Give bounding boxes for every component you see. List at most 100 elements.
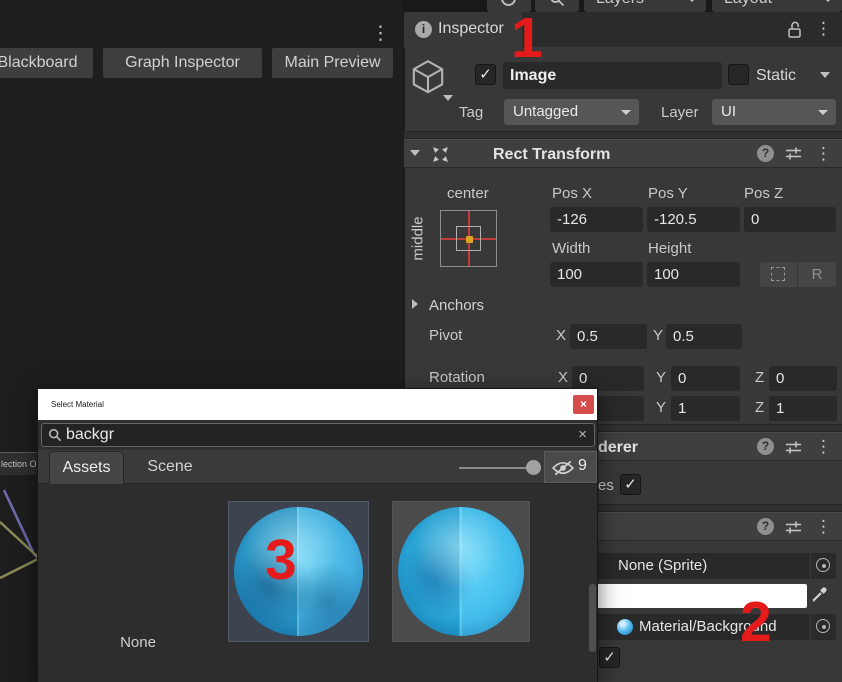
- anchor-horizontal-label: center: [447, 185, 489, 202]
- help-icon[interactable]: ?: [757, 438, 774, 455]
- dialog-title-bar[interactable]: Select Material ×: [38, 389, 597, 420]
- graph-connection-wires: [0, 470, 38, 650]
- rotation-z-field[interactable]: 0: [769, 366, 837, 391]
- gameobject-cube-icon: [407, 56, 449, 98]
- height-field[interactable]: 100: [647, 262, 740, 287]
- width-label: Width: [552, 240, 590, 257]
- eye-slash-icon: [552, 460, 574, 476]
- dialog-scrollbar[interactable]: [589, 584, 596, 652]
- divider: [404, 131, 842, 139]
- help-icon[interactable]: ?: [757, 145, 774, 162]
- tag-dropdown[interactable]: Untagged: [504, 99, 639, 125]
- tab-inspector[interactable]: i Inspector: [404, 12, 522, 47]
- dialog-tab-row: Assets Scene 9: [38, 450, 597, 484]
- material-sphere-preview: [398, 507, 524, 636]
- scale-y-field[interactable]: 1: [671, 396, 740, 421]
- pos-y-field[interactable]: -120.5: [647, 207, 740, 232]
- chevron-down-icon: [687, 0, 697, 2]
- static-checkbox[interactable]: [728, 64, 749, 85]
- scale-y-axis-label: Y: [656, 399, 666, 416]
- pivot-y-field[interactable]: 0.5: [666, 324, 742, 349]
- hidden-packages-toggle[interactable]: 9: [544, 451, 597, 483]
- eyedropper-icon[interactable]: [810, 582, 832, 604]
- search-value: backgr: [66, 424, 114, 446]
- width-field[interactable]: 100: [550, 262, 643, 287]
- material-search-input[interactable]: backgr ×: [41, 423, 595, 447]
- hidden-count: 9: [578, 457, 587, 475]
- annotation-2: 2: [740, 594, 772, 651]
- pivot-label: Pivot: [429, 327, 462, 344]
- slider-knob[interactable]: [526, 460, 541, 475]
- thumbnail-size-slider[interactable]: [459, 467, 535, 469]
- material-object-picker[interactable]: [810, 614, 836, 640]
- material-thumbnail-selected[interactable]: [228, 501, 369, 642]
- cull-transparent-mesh-checkbox[interactable]: ✓: [620, 474, 641, 495]
- tab-graph-inspector[interactable]: Graph Inspector: [103, 48, 262, 78]
- tab-assets[interactable]: Assets: [49, 451, 124, 484]
- tab-scene[interactable]: Scene: [130, 451, 210, 484]
- layer-value: UI: [721, 103, 736, 120]
- chevron-down-icon: [823, 0, 833, 2]
- rect-transform-header[interactable]: [404, 139, 842, 168]
- gameobject-active-checkbox[interactable]: ✓: [475, 64, 496, 85]
- unlock-icon[interactable]: [786, 20, 803, 39]
- help-icon[interactable]: ?: [757, 518, 774, 535]
- graph-kebab-menu-icon[interactable]: ⋮: [371, 22, 390, 45]
- dialog-title: Select Material: [51, 389, 104, 420]
- dashed-rect-icon: [771, 267, 785, 281]
- search-icon: [48, 428, 62, 442]
- pivot-x-field[interactable]: 0.5: [570, 324, 647, 349]
- layout-dropdown[interactable]: Layout: [712, 0, 842, 12]
- anchor-preset-widget[interactable]: [440, 210, 497, 267]
- tab-blackboard[interactable]: Blackboard: [0, 48, 93, 78]
- static-dropdown-icon[interactable]: [820, 72, 830, 78]
- blueprint-mode-button[interactable]: [760, 262, 797, 287]
- rect-transform-kebab-icon[interactable]: ⋮: [815, 144, 832, 164]
- pos-x-field[interactable]: -126: [550, 207, 643, 232]
- height-label: Height: [648, 240, 691, 257]
- pivot-y-axis-label: Y: [653, 327, 663, 344]
- gameobject-icon-dropdown[interactable]: [443, 95, 453, 101]
- material-item-none[interactable]: None: [98, 634, 178, 651]
- pos-z-field[interactable]: 0: [744, 207, 836, 232]
- foldout-closed-icon[interactable]: [412, 299, 418, 309]
- rotation-label: Rotation: [429, 369, 485, 386]
- layer-dropdown[interactable]: UI: [712, 99, 836, 125]
- material-thumbnail[interactable]: [392, 501, 530, 642]
- rotation-y-field[interactable]: 0: [671, 366, 740, 391]
- dialog-close-button[interactable]: ×: [573, 395, 594, 414]
- presets-icon[interactable]: [785, 440, 802, 455]
- rotation-y-axis-label: Y: [656, 369, 666, 386]
- raycast-target-checkbox[interactable]: ✓: [599, 647, 620, 668]
- anchors-label: Anchors: [429, 297, 484, 314]
- annotation-1: 1: [511, 10, 543, 67]
- pos-y-label: Pos Y: [648, 185, 688, 202]
- clear-search-icon[interactable]: ×: [578, 424, 587, 446]
- scale-z-axis-label: Z: [755, 399, 764, 416]
- rect-transform-title: Rect Transform: [493, 146, 610, 164]
- tab-main-preview[interactable]: Main Preview: [272, 48, 393, 78]
- graph-node-title[interactable]: lection O: [0, 452, 38, 475]
- inspector-kebab-menu-icon[interactable]: ⋮: [815, 19, 832, 39]
- tag-label: Tag: [459, 104, 483, 121]
- material-grid: None Material/Backgro... Material/Backgr…: [38, 484, 597, 682]
- material-sphere-icon: [617, 619, 633, 635]
- canvas-renderer-title-partial: derer: [598, 439, 638, 457]
- tag-value: Untagged: [513, 103, 578, 120]
- presets-icon[interactable]: [785, 146, 802, 161]
- raw-edit-mode-button[interactable]: R: [797, 262, 836, 287]
- layers-dropdown[interactable]: Layers: [584, 0, 706, 12]
- rotation-x-axis-label: X: [558, 369, 568, 386]
- chevron-down-icon: [621, 110, 631, 115]
- sprite-object-picker[interactable]: [810, 553, 836, 579]
- scale-z-field[interactable]: 1: [769, 396, 837, 421]
- canvas-renderer-kebab-icon[interactable]: ⋮: [815, 437, 832, 457]
- anchor-vertical-label: middle: [410, 211, 427, 267]
- rect-transform-icon: [432, 146, 449, 163]
- image-component-kebab-icon[interactable]: ⋮: [815, 517, 832, 537]
- material-sphere-preview: [234, 507, 363, 636]
- presets-icon[interactable]: [785, 520, 802, 535]
- rotation-z-axis-label: Z: [755, 369, 764, 386]
- pos-z-label: Pos Z: [744, 185, 783, 202]
- foldout-open-icon[interactable]: [410, 150, 420, 156]
